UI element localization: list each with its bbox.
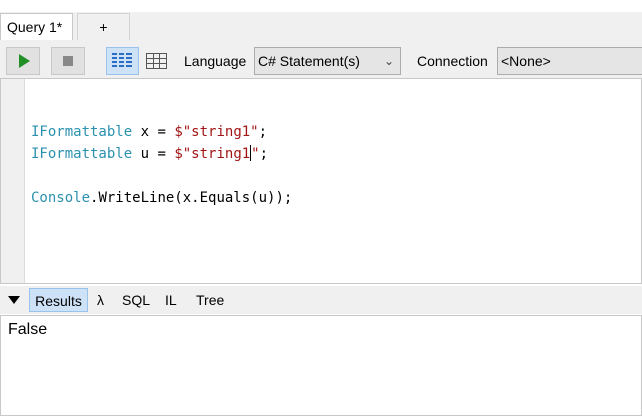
document-tab-strip: Query 1* + (0, 0, 642, 41)
results-tab-strip: Results λ SQL IL Tree (0, 286, 642, 314)
connection-value: <None> (501, 53, 551, 69)
code-token: u = (132, 146, 175, 162)
tab-query-1[interactable]: Query 1* (0, 13, 73, 41)
collapse-triangle-icon[interactable] (8, 296, 20, 304)
query-toolbar: Language C# Statement(s) ⌄ Connection <N… (0, 40, 642, 78)
code-editor[interactable]: IFormattable x = $"string1"; IFormattable… (0, 78, 642, 284)
tab-il[interactable]: IL (165, 288, 177, 312)
code-token: ; (259, 146, 269, 162)
tab-tree[interactable]: Tree (196, 288, 224, 312)
code-token: ; (258, 124, 268, 140)
code-text[interactable]: IFormattable x = $"string1"; IFormattable… (31, 121, 292, 209)
code-line: IFormattable x = $"string1"; (31, 121, 292, 143)
run-button[interactable] (6, 47, 40, 75)
editor-gutter (1, 79, 25, 283)
connection-dropdown[interactable]: <None> (497, 47, 642, 75)
stop-icon (63, 56, 73, 66)
string-token: $"string1 (174, 146, 251, 162)
type-token: Console (31, 190, 91, 206)
language-value: C# Statement(s) (258, 53, 360, 69)
type-token: IFormattable (31, 124, 133, 140)
code-line: IFormattable u = $"string1"; (31, 143, 292, 165)
table-grid-icon (146, 53, 167, 69)
code-token: .WriteLine(x.Equals(u)); (90, 190, 293, 206)
code-token: x = (132, 124, 175, 140)
results-to-grids-button[interactable] (141, 47, 171, 75)
results-output-panel[interactable]: False (0, 315, 642, 416)
string-token: " (251, 146, 260, 162)
results-to-rich-text-button[interactable] (106, 47, 139, 75)
play-icon (19, 54, 30, 68)
stop-button[interactable] (51, 47, 85, 75)
output-text: False (8, 321, 48, 338)
language-dropdown[interactable]: C# Statement(s) ⌄ (254, 47, 401, 75)
tab-lambda[interactable]: λ (97, 288, 104, 312)
type-token: IFormattable (31, 146, 133, 162)
string-token: $"string1" (174, 124, 259, 140)
connection-label: Connection (417, 53, 488, 69)
list-grid-icon (112, 53, 132, 67)
chevron-down-icon: ⌄ (383, 54, 394, 68)
tab-sql[interactable]: SQL (122, 288, 150, 312)
tab-results[interactable]: Results (29, 288, 88, 312)
code-line: Console.WriteLine(x.Equals(u)); (31, 187, 292, 209)
language-label: Language (184, 53, 247, 69)
new-query-tab-button[interactable]: + (77, 13, 130, 41)
